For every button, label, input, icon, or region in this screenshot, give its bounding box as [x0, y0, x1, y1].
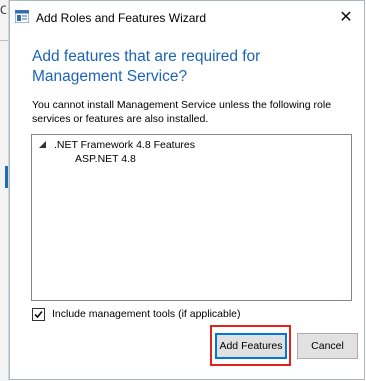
- dialog-heading: Add features that are required for Manag…: [32, 48, 261, 85]
- background-window-edge: C: [0, 0, 9, 381]
- background-edge-letter: C: [0, 3, 6, 17]
- background-edge-accent: [5, 166, 8, 188]
- window-title: Add Roles and Features Wizard: [36, 11, 207, 25]
- background-edge-divider: [0, 40, 8, 41]
- include-management-tools-label[interactable]: Include management tools (if applicable): [52, 308, 241, 321]
- close-icon: ✕: [339, 9, 353, 26]
- close-button[interactable]: ✕: [328, 1, 364, 33]
- tree-expand-icon[interactable]: [38, 140, 48, 150]
- include-management-tools-checkbox[interactable]: [32, 308, 45, 321]
- dialog-message: You cannot install Management Service un…: [32, 99, 332, 125]
- add-features-button[interactable]: Add Features: [215, 333, 287, 359]
- cancel-button[interactable]: Cancel: [297, 333, 358, 359]
- title-bar[interactable]: Add Roles and Features Wizard ✕: [10, 1, 364, 33]
- tree-item-label: ASP.NET 4.8: [75, 153, 136, 165]
- required-features-list[interactable]: .NET Framework 4.8 Features ASP.NET 4.8: [31, 134, 352, 301]
- add-features-dialog: Add Roles and Features Wizard ✕ Add feat…: [9, 0, 365, 380]
- checkmark-icon: [34, 310, 43, 319]
- tree-item-label: .NET Framework 4.8 Features: [54, 139, 196, 151]
- wizard-app-icon: [14, 9, 30, 24]
- tree-item-netframework[interactable]: .NET Framework 4.8 Features: [32, 135, 351, 151]
